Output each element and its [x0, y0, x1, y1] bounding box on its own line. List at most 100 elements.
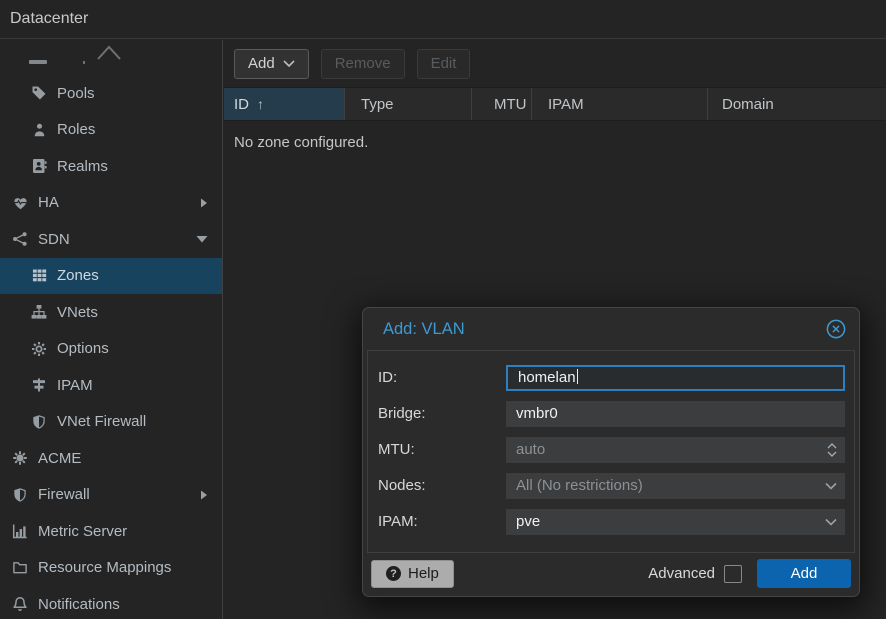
bar-chart-icon: [10, 523, 30, 540]
sidebar-item-label: Resource Mappings: [38, 559, 171, 576]
dialog-body: ID: homelan Bridge: vmbr0 MTU: auto Node…: [367, 350, 855, 553]
sidebar-item-ha[interactable]: HA: [0, 185, 222, 222]
sidebar-item-label: Zones: [57, 267, 99, 284]
help-button-label: Help: [408, 565, 439, 582]
folder-icon: [10, 559, 30, 576]
chevron-up-icon: [96, 44, 122, 60]
column-label: Type: [361, 96, 394, 113]
column-header-type[interactable]: Type: [345, 88, 472, 120]
text-cursor: [577, 369, 579, 384]
sidebar-item-label: ACME: [38, 450, 81, 467]
sidebar-item-vnet-firewall[interactable]: VNet Firewall: [0, 404, 222, 441]
add-button[interactable]: Add: [234, 49, 309, 79]
chevron-up-icon: [827, 443, 837, 449]
ipam-value: pve: [516, 513, 540, 530]
sidebar-item-label: VNets: [57, 304, 98, 321]
mtu-spinner[interactable]: auto: [506, 437, 845, 463]
sidebar-item-clipped[interactable]: [0, 40, 222, 75]
ipam-label: IPAM:: [378, 509, 506, 535]
sitemap-icon: [29, 304, 49, 321]
chevron-down-icon: [827, 451, 837, 457]
column-header-domain[interactable]: Domain: [708, 88, 886, 120]
sidebar-item-resource-mappings[interactable]: Resource Mappings: [0, 550, 222, 587]
add-submit-button[interactable]: Add: [757, 559, 851, 588]
column-label: ID: [234, 96, 249, 113]
column-label: MTU: [494, 96, 527, 113]
sidebar-item-notifications[interactable]: Notifications: [0, 586, 222, 619]
sidebar-item-label: Pools: [57, 85, 95, 102]
top-header: Datacenter: [0, 0, 886, 39]
bridge-input-value: vmbr0: [516, 405, 558, 422]
sidebar-item-roles[interactable]: Roles: [0, 112, 222, 149]
edit-button[interactable]: Edit: [417, 49, 471, 79]
icon-fragment: [29, 60, 47, 64]
advanced-checkbox[interactable]: [724, 565, 742, 583]
form-row-id: ID: homelan: [378, 365, 845, 391]
advanced-label: Advanced: [648, 565, 715, 582]
form-row-ipam: IPAM: pve: [378, 509, 845, 535]
mtu-label: MTU:: [378, 437, 506, 463]
sidebar-item-label: Realms: [57, 158, 108, 175]
remove-button[interactable]: Remove: [321, 49, 405, 79]
sidebar-item-label: Metric Server: [38, 523, 127, 540]
chevron-down-icon[interactable]: [196, 235, 208, 243]
shield-icon: [29, 413, 49, 430]
column-header-id[interactable]: ID ↑: [224, 88, 345, 120]
sidebar-item-metric-server[interactable]: Metric Server: [0, 513, 222, 550]
sidebar-item-ipam[interactable]: IPAM: [0, 367, 222, 404]
help-button[interactable]: ? Help: [371, 560, 454, 588]
empty-message: No zone configured.: [234, 134, 368, 151]
bridge-label: Bridge:: [378, 401, 506, 427]
sidebar-item-label: HA: [38, 194, 59, 211]
column-label: IPAM: [548, 96, 584, 113]
sidebar-item-options[interactable]: Options: [0, 331, 222, 368]
dialog-header[interactable]: Add: VLAN: [363, 308, 859, 350]
id-input-value: homelan: [518, 369, 576, 386]
sidebar-item-vnets[interactable]: VNets: [0, 294, 222, 331]
spinner-icons[interactable]: [827, 443, 837, 457]
form-row-nodes: Nodes: All (No restrictions): [378, 473, 845, 499]
network-share-icon: [10, 231, 30, 248]
chevron-down-icon: [825, 483, 837, 490]
dialog-title: Add: VLAN: [383, 320, 465, 339]
sidebar-item-pools[interactable]: Pools: [0, 75, 222, 112]
heartbeat-icon: [10, 194, 30, 211]
sidebar-item-zones[interactable]: Zones: [0, 258, 222, 295]
chevron-right-icon[interactable]: [200, 198, 208, 208]
nodes-dropdown[interactable]: All (No restrictions): [506, 473, 845, 499]
dialog-footer: ? Help Advanced Add: [363, 551, 859, 596]
grid-icon: [29, 267, 49, 284]
id-input[interactable]: homelan: [506, 365, 845, 391]
page-title: Datacenter: [10, 10, 88, 28]
bridge-input[interactable]: vmbr0: [506, 401, 845, 427]
sidebar-item-label: Notifications: [38, 596, 120, 613]
column-header-mtu[interactable]: MTU: [472, 88, 532, 120]
chevron-down-icon: [825, 519, 837, 526]
sidebar-item-label: Firewall: [38, 486, 90, 503]
certificate-icon: [10, 450, 30, 467]
chevron-right-icon[interactable]: [200, 490, 208, 500]
shield-icon: [10, 486, 30, 503]
add-vlan-dialog: Add: VLAN ID: homelan Bridge: vmbr0 MTU:…: [362, 307, 860, 597]
map-signs-icon: [29, 377, 49, 394]
nodes-placeholder: All (No restrictions): [516, 477, 643, 494]
sidebar-item-sdn[interactable]: SDN: [0, 221, 222, 258]
chevron-down-icon: [283, 60, 295, 67]
sidebar-item-acme[interactable]: ACME: [0, 440, 222, 477]
table-header: ID ↑ Type MTU IPAM Domain: [224, 87, 886, 121]
sidebar-item-realms[interactable]: Realms: [0, 148, 222, 185]
form-row-mtu: MTU: auto: [378, 437, 845, 463]
id-label: ID:: [378, 365, 506, 391]
tag-icon: [29, 85, 49, 102]
mtu-placeholder: auto: [516, 441, 545, 458]
sidebar: Pools Roles Realms HA SDN: [0, 40, 223, 619]
close-icon[interactable]: [826, 319, 846, 339]
nodes-label: Nodes:: [378, 473, 506, 499]
bell-icon: [10, 596, 30, 613]
ipam-dropdown[interactable]: pve: [506, 509, 845, 535]
sidebar-item-firewall[interactable]: Firewall: [0, 477, 222, 514]
sidebar-item-label: Roles: [57, 121, 95, 138]
column-header-ipam[interactable]: IPAM: [532, 88, 708, 120]
sidebar-item-label: SDN: [38, 231, 70, 248]
column-label: Domain: [722, 96, 774, 113]
